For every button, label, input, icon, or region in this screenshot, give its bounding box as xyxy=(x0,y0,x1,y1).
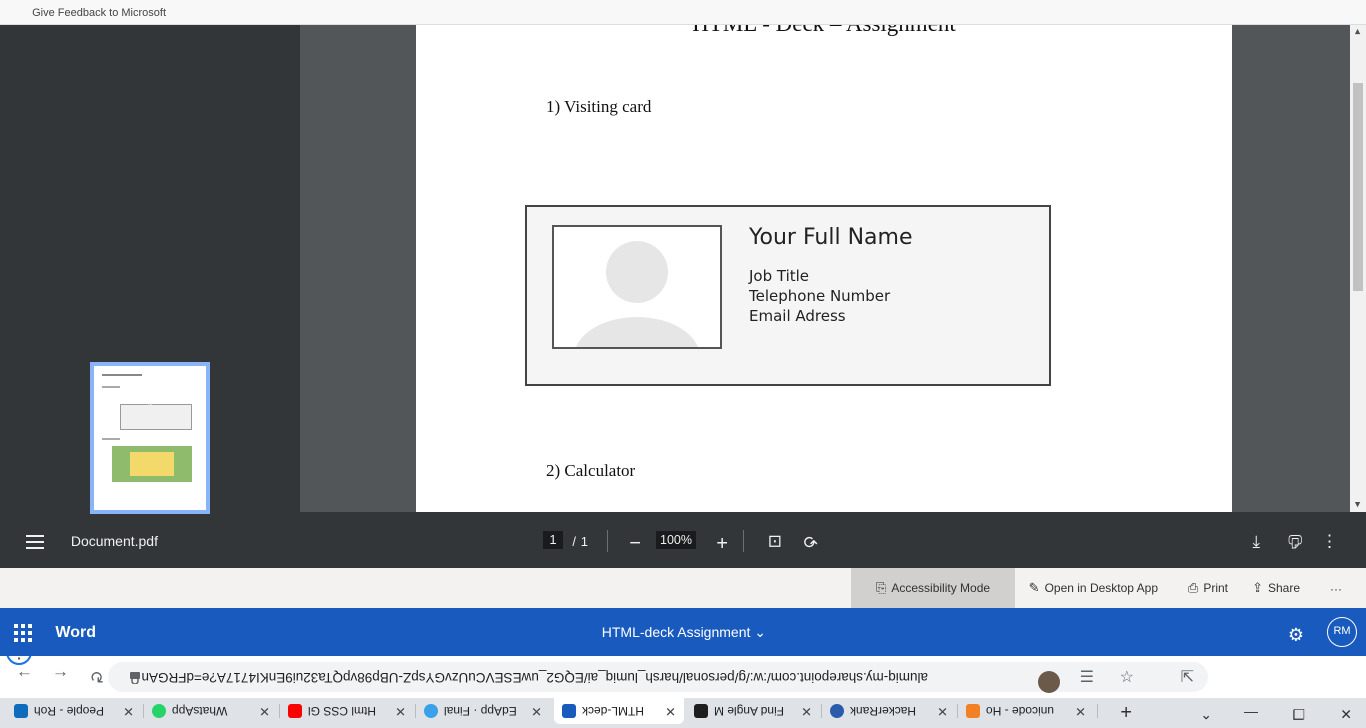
card-telephone: Telephone Number xyxy=(749,287,891,305)
document-title[interactable]: HTML-deck Assignment ⌄ xyxy=(602,624,766,641)
profile-avatar[interactable] xyxy=(1038,671,1060,693)
lock-icon xyxy=(130,672,140,685)
toolbar-separator xyxy=(743,530,744,552)
chevron-down-icon: ⌄ xyxy=(754,624,766,640)
app-name[interactable]: Word xyxy=(55,624,96,642)
tab-separator xyxy=(415,704,416,718)
thumbnail-panel: 1 xyxy=(0,25,300,514)
word-command-ribbon: ··· ⇪ Share ⎙ Print ✎ Open in Desktop App ⎘… xyxy=(0,567,1366,608)
feedback-link[interactable]: Give Feedback to Microsoft xyxy=(32,7,166,19)
user-avatar[interactable]: RM xyxy=(1327,617,1357,647)
share-icon: ⇪ xyxy=(1252,580,1263,595)
pencil-icon: ✎ xyxy=(1028,580,1040,595)
feedback-bar: Give Feedback to Microsoft xyxy=(0,0,1366,25)
bookmark-star-icon[interactable]: ☆ xyxy=(1120,667,1134,687)
close-tab-icon[interactable]: ✕ xyxy=(1075,703,1086,719)
tab-edapp[interactable]: ✕ EdApp · Final xyxy=(416,698,550,724)
avatar-placeholder xyxy=(552,225,722,349)
tab-whatsapp[interactable]: ✕ WhatsApp xyxy=(144,698,278,724)
tab-hackerrank[interactable]: ✕ HackerRank xyxy=(822,698,956,724)
page-thumbnail[interactable] xyxy=(90,362,210,514)
outlook-icon xyxy=(14,704,28,718)
print-icon[interactable]: ⎙ xyxy=(1288,531,1302,551)
card-email: Email Adress xyxy=(749,307,846,325)
tab-outlook-people[interactable]: ✕ People - Roh xyxy=(6,698,142,724)
close-tab-icon[interactable]: ✕ xyxy=(123,703,134,719)
whatsapp-icon xyxy=(152,704,166,718)
tab-separator xyxy=(279,704,280,718)
rotate-icon[interactable]: ⟲ xyxy=(804,531,818,551)
card-full-name: Your Full Name xyxy=(749,225,913,250)
printer-icon: ⎙ xyxy=(1187,580,1199,595)
close-tab-icon[interactable]: ✕ xyxy=(801,703,812,719)
share-page-icon[interactable]: ⇱ xyxy=(1181,667,1194,687)
tab-youtube[interactable]: ✕ Html CSS Gl xyxy=(280,698,414,724)
edapp-icon xyxy=(424,704,438,718)
pdf-toolbar: Document.pdf 1 / 1 − 100% + ⊡ ⟲ ⤒ ⎙ ⋮ xyxy=(0,512,1366,568)
minimize-window-icon[interactable]: — xyxy=(1244,706,1258,722)
open-desktop-app-button[interactable]: ✎ Open in Desktop App xyxy=(1029,580,1158,596)
hackerrank-icon xyxy=(694,704,708,718)
close-tab-icon[interactable]: ✕ xyxy=(665,703,676,719)
hamburger-menu-icon[interactable] xyxy=(26,535,44,549)
youtube-icon xyxy=(288,704,302,718)
scroll-up-arrow[interactable]: ▼ xyxy=(1353,27,1362,37)
card-job-title: Job Title xyxy=(749,267,810,285)
tab-separator xyxy=(1097,704,1098,718)
screen: ✕ ❐ — ⌃ + ✕ unicode - Ho ✕ HackerRank ✕ … xyxy=(0,0,1366,728)
reading-list-icon[interactable]: ☰ xyxy=(1080,667,1094,687)
accessibility-mode-button[interactable]: ⎘ Accessibility Mode xyxy=(851,568,1015,608)
url-text: alumiq-my.sharepoint.com/:w:/g/personal/… xyxy=(141,670,928,685)
more-options-button[interactable]: ··· xyxy=(1330,582,1342,596)
close-window-icon[interactable]: ✕ xyxy=(1340,705,1352,722)
scroll-down-arrow[interactable]: ▲ xyxy=(1353,500,1362,510)
tab-unicode[interactable]: ✕ unicode - Ho xyxy=(958,698,1094,724)
visiting-card: Your Full Name Job Title Telephone Numbe… xyxy=(525,205,1051,386)
zoom-in-button[interactable]: + xyxy=(716,530,728,553)
tab-html-deck[interactable]: ✕ HTML-deck xyxy=(554,698,684,724)
restore-window-icon[interactable]: ❐ xyxy=(1292,705,1305,722)
hackerrank-face-icon xyxy=(830,704,844,718)
page-total: 1 xyxy=(580,534,588,549)
stackoverflow-icon xyxy=(966,704,980,718)
pdf-viewer: 1 HTML - Deck – Assignment 1) Visiting c… xyxy=(0,25,1366,514)
back-arrow-icon[interactable]: → xyxy=(16,666,33,686)
pdf-page: HTML - Deck – Assignment 1) Visiting car… xyxy=(416,25,1232,512)
word-header-bar: Word HTML-deck Assignment ⌄ ⚙ RM xyxy=(0,608,1366,656)
new-tab-button[interactable]: + xyxy=(1120,699,1132,722)
close-tab-icon[interactable]: ✕ xyxy=(259,703,270,719)
zoom-level-input[interactable]: 100% xyxy=(656,531,696,549)
tab-separator xyxy=(821,704,822,718)
accessibility-icon: ⎘ xyxy=(875,580,887,595)
tab-separator xyxy=(143,704,144,718)
print-button[interactable]: ⎙ Print xyxy=(1188,580,1228,596)
download-icon[interactable]: ⤒ xyxy=(1252,531,1260,551)
fit-page-icon[interactable]: ⊡ xyxy=(768,531,782,551)
page-number-input[interactable]: 1 xyxy=(543,531,563,549)
section-calculator: 2) Calculator xyxy=(546,461,636,480)
tab-separator xyxy=(957,704,958,718)
close-tab-icon[interactable]: ✕ xyxy=(395,703,406,719)
close-tab-icon[interactable]: ✕ xyxy=(937,703,948,719)
tab-search-chevron-icon[interactable]: ⌃ xyxy=(1200,705,1212,722)
settings-gear-icon[interactable]: ⚙ xyxy=(1288,623,1304,644)
tab-find-angle[interactable]: ✕ Find Angle M xyxy=(686,698,820,724)
browser-tab-strip: ✕ ❐ — ⌃ + ✕ unicode - Ho ✕ HackerRank ✕ … xyxy=(0,698,1366,728)
document-title-heading: HTML - Deck – Assignment xyxy=(416,25,1232,37)
scrollbar-thumb[interactable] xyxy=(1353,83,1363,291)
section-visiting-card: 1) Visiting card xyxy=(546,97,652,116)
more-actions-icon[interactable]: ⋮ xyxy=(1321,531,1338,551)
address-bar-row: ⋮ → ← ↻ alumiq-my.sharepoint.com/:w:/g/p… xyxy=(0,639,1366,698)
share-button[interactable]: ⇪ Share xyxy=(1252,580,1300,596)
close-tab-icon[interactable]: ✕ xyxy=(531,703,542,719)
forward-arrow-icon[interactable]: ← xyxy=(52,666,69,686)
reload-icon[interactable]: ↻ xyxy=(90,666,104,686)
toolbar-separator xyxy=(607,530,608,552)
app-launcher-icon[interactable] xyxy=(14,624,32,642)
pdf-file-name: Document.pdf xyxy=(70,533,158,549)
word-icon xyxy=(562,704,576,718)
thumbnail-page-number: 1 xyxy=(147,400,154,414)
zoom-out-button[interactable]: − xyxy=(629,530,641,553)
